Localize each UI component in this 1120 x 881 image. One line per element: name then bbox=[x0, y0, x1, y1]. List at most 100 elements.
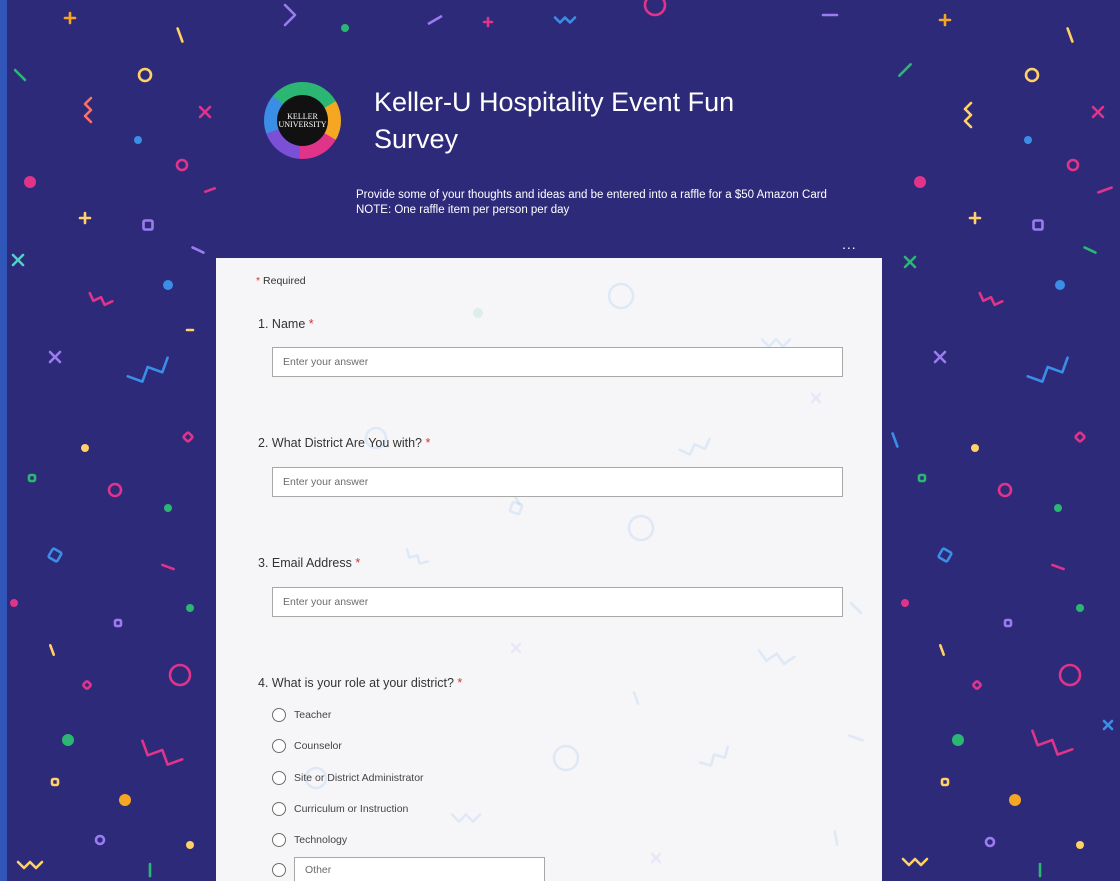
confetti-shape bbox=[134, 136, 142, 144]
confetti-shape bbox=[849, 601, 863, 615]
confetti-shape bbox=[607, 282, 635, 310]
confetti-shape bbox=[134, 136, 142, 144]
confetti-shape bbox=[1066, 27, 1074, 43]
confetti-shape bbox=[972, 680, 982, 690]
confetti-shape bbox=[119, 794, 131, 806]
radio-button[interactable] bbox=[272, 739, 286, 753]
confetti-shape bbox=[62, 734, 74, 746]
confetti-shape bbox=[963, 101, 973, 129]
confetti-shape bbox=[1091, 105, 1105, 119]
confetti-shape bbox=[83, 96, 93, 124]
confetti-shape bbox=[191, 246, 205, 254]
role-option-technology[interactable]: Technology bbox=[272, 830, 347, 850]
confetti-shape bbox=[848, 734, 864, 742]
confetti-shape bbox=[62, 734, 74, 746]
confetti-shape bbox=[914, 176, 926, 188]
confetti-shape bbox=[810, 392, 822, 404]
confetti-shape bbox=[27, 473, 37, 483]
confetti-shape bbox=[1032, 219, 1044, 231]
confetti-shape bbox=[914, 176, 926, 188]
confetti-shape bbox=[283, 3, 297, 27]
role-option-curriculum[interactable]: Curriculum or Instruction bbox=[272, 799, 408, 819]
confetti-shape bbox=[1051, 563, 1065, 571]
role-option-administrator[interactable]: Site or District Administrator bbox=[272, 768, 424, 788]
radio-button[interactable] bbox=[272, 708, 286, 722]
confetti-shape bbox=[849, 601, 863, 615]
confetti-shape bbox=[164, 504, 172, 512]
confetti-shape bbox=[191, 246, 205, 254]
role-option-other[interactable] bbox=[272, 856, 545, 881]
confetti-shape bbox=[898, 63, 912, 77]
confetti-shape bbox=[126, 356, 169, 383]
email-input[interactable] bbox=[272, 587, 843, 617]
radio-button[interactable] bbox=[272, 771, 286, 785]
confetti-shape bbox=[163, 280, 173, 290]
confetti-shape bbox=[182, 431, 194, 443]
confetti-shape bbox=[607, 282, 635, 310]
confetti-shape bbox=[88, 291, 114, 307]
confetti-shape bbox=[11, 253, 25, 267]
confetti-shape bbox=[283, 3, 297, 27]
role-option-teacher[interactable]: Teacher bbox=[272, 705, 331, 725]
confetti-shape bbox=[176, 27, 184, 43]
question-2-label: 2. What District Are You with? * bbox=[258, 436, 431, 450]
confetti-shape bbox=[427, 15, 443, 25]
confetti-shape bbox=[1074, 431, 1086, 443]
confetti-shape bbox=[47, 547, 63, 563]
confetti-shape bbox=[1031, 729, 1074, 756]
more-options-icon[interactable]: ... bbox=[842, 236, 857, 252]
confetti-shape bbox=[1055, 280, 1065, 290]
confetti-shape bbox=[1058, 663, 1082, 687]
required-note: * Required bbox=[256, 275, 306, 287]
confetti-shape bbox=[1076, 604, 1084, 612]
confetti-shape bbox=[142, 219, 154, 231]
name-input[interactable] bbox=[272, 347, 843, 377]
role-option-counselor[interactable]: Counselor bbox=[272, 736, 342, 756]
radio-button[interactable] bbox=[272, 802, 286, 816]
confetti-shape bbox=[473, 308, 483, 318]
confetti-shape bbox=[971, 444, 979, 452]
confetti-shape bbox=[1009, 794, 1021, 806]
confetti-shape bbox=[50, 777, 60, 787]
confetti-shape bbox=[82, 680, 92, 690]
confetti-shape bbox=[698, 745, 730, 767]
confetti-shape bbox=[553, 16, 577, 24]
description-line: Provide some of your thoughts and ideas … bbox=[356, 189, 827, 201]
confetti-shape bbox=[978, 291, 1004, 307]
confetti-shape bbox=[984, 836, 996, 848]
confetti-shape bbox=[901, 599, 909, 607]
other-role-input[interactable] bbox=[294, 856, 545, 881]
confetti-shape bbox=[107, 482, 123, 498]
confetti-shape bbox=[50, 777, 60, 787]
confetti-shape bbox=[24, 176, 36, 188]
confetti-shape bbox=[10, 599, 18, 607]
confetti-shape bbox=[186, 604, 194, 612]
confetti-shape bbox=[901, 857, 929, 867]
confetti-shape bbox=[182, 431, 194, 443]
radio-button[interactable] bbox=[272, 833, 286, 847]
confetti-shape bbox=[678, 437, 711, 456]
confetti-shape bbox=[141, 739, 184, 766]
confetti-shape bbox=[81, 444, 89, 452]
confetti-shape bbox=[168, 663, 192, 687]
confetti-shape bbox=[757, 649, 796, 666]
question-3-label: 3. Email Address * bbox=[258, 556, 361, 570]
confetti-shape bbox=[553, 16, 577, 24]
confetti-shape bbox=[952, 734, 964, 746]
confetti-shape bbox=[24, 176, 36, 188]
question-1-label: 1. Name * bbox=[258, 317, 314, 331]
confetti-shape bbox=[450, 813, 482, 823]
confetti-shape bbox=[1102, 719, 1114, 731]
confetti-shape bbox=[82, 680, 92, 690]
district-input[interactable] bbox=[272, 467, 843, 497]
confetti-shape bbox=[13, 68, 27, 82]
confetti-shape bbox=[175, 158, 189, 172]
confetti-shape bbox=[83, 96, 93, 124]
confetti-shape bbox=[1097, 186, 1113, 194]
confetti-shape bbox=[88, 291, 114, 307]
confetti-shape bbox=[81, 444, 89, 452]
form-description: Provide some of your thoughts and ideas … bbox=[356, 188, 876, 218]
confetti-shape bbox=[898, 63, 912, 77]
radio-button[interactable] bbox=[272, 863, 286, 877]
confetti-shape bbox=[113, 618, 123, 628]
